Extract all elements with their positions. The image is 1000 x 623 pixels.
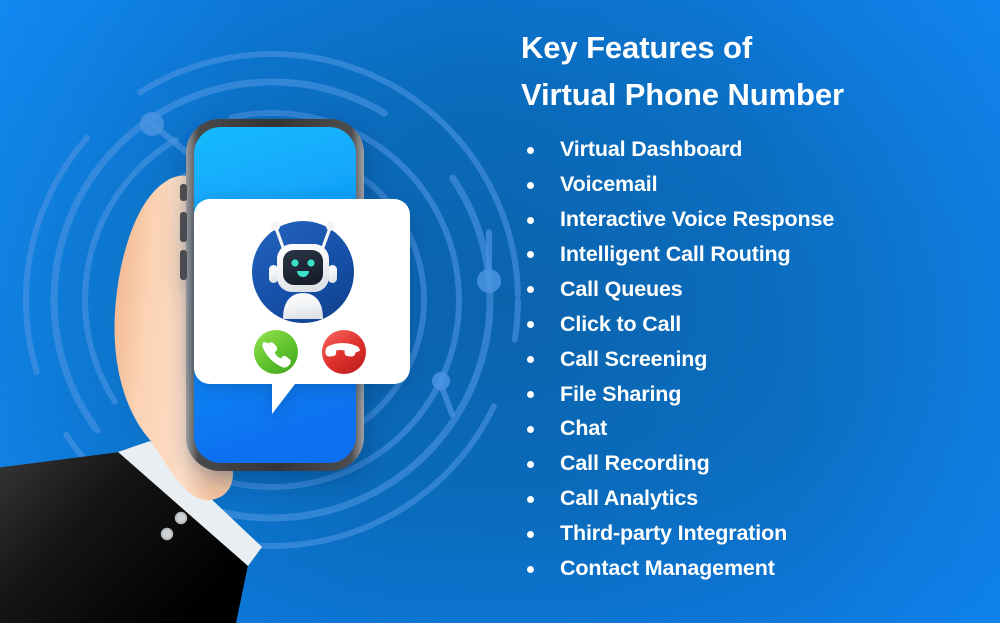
- robot-eye-right: [307, 259, 315, 267]
- bullet-icon: [527, 565, 534, 573]
- bullet-icon: [527, 146, 534, 154]
- bullet-icon: [527, 251, 534, 259]
- hand-holding-phone-illustration: [0, 119, 410, 623]
- list-item-label: Chat: [560, 416, 608, 441]
- list-item: Intelligent Call Routing: [518, 237, 988, 272]
- bullet-icon: [527, 460, 534, 468]
- bullet-icon: [527, 495, 534, 503]
- page-title-line-2: Virtual Phone Number: [521, 77, 844, 113]
- list-item-label: Intelligent Call Routing: [560, 241, 791, 266]
- list-item-label: Call Screening: [560, 346, 708, 371]
- list-item-label: Voicemail: [560, 172, 658, 197]
- poster-canvas: Key Features of Virtual Phone Number Vir…: [0, 0, 1000, 623]
- list-item: Contact Management: [518, 551, 988, 586]
- list-item: Call Queues: [518, 272, 988, 307]
- list-item: Voicemail: [518, 167, 988, 202]
- bullet-icon: [527, 216, 534, 224]
- bullet-icon: [527, 425, 534, 433]
- robot-face: [283, 250, 323, 285]
- list-item: Call Screening: [518, 342, 988, 377]
- list-item: Click to Call: [518, 307, 988, 342]
- list-item: Chat: [518, 411, 988, 446]
- list-item-label: Third-party Integration: [560, 521, 788, 546]
- page-title: Key Features of Virtual Phone Number: [521, 24, 988, 118]
- list-item-label: Contact Management: [560, 556, 775, 581]
- list-item-label: Click to Call: [560, 311, 682, 336]
- list-item: Call Recording: [518, 446, 988, 481]
- accept-call-button[interactable]: [254, 330, 298, 374]
- features-list: Virtual Dashboard Voicemail Interactive …: [518, 132, 988, 586]
- list-item: Call Analytics: [518, 481, 988, 516]
- content-column: Key Features of Virtual Phone Number Vir…: [518, 24, 988, 586]
- bullet-icon: [527, 391, 534, 399]
- list-item: Interactive Voice Response: [518, 202, 988, 237]
- list-item-label: Interactive Voice Response: [560, 207, 835, 232]
- list-item: File Sharing: [518, 377, 988, 412]
- decline-call-button[interactable]: [322, 330, 366, 374]
- list-item-label: Call Recording: [560, 451, 710, 476]
- list-item-label: Call Analytics: [560, 486, 699, 511]
- bullet-icon: [527, 181, 534, 189]
- list-item: Virtual Dashboard: [518, 132, 988, 167]
- list-item-label: Virtual Dashboard: [560, 137, 743, 162]
- bullet-icon: [527, 530, 534, 538]
- list-item-label: File Sharing: [560, 381, 682, 406]
- page-title-line-1: Key Features of: [521, 30, 753, 65]
- list-item-label: Call Queues: [560, 276, 683, 301]
- robot-avatar-icon: [252, 221, 354, 323]
- list-item: Third-party Integration: [518, 516, 988, 551]
- bullet-icon: [527, 356, 534, 364]
- bullet-icon: [527, 321, 534, 329]
- bullet-icon: [527, 286, 534, 294]
- robot-eye-left: [291, 259, 299, 267]
